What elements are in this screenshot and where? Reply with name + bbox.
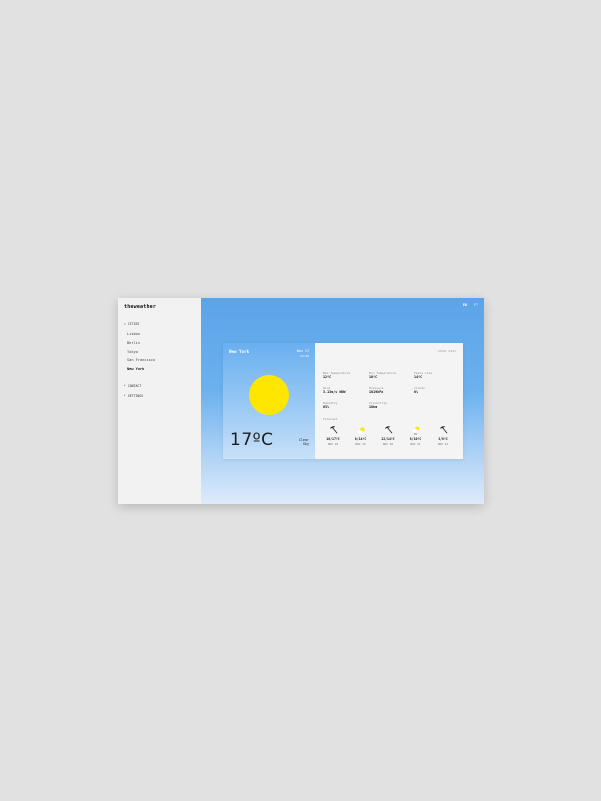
stat-wind: Wind 3.13m/s NNW bbox=[323, 386, 368, 395]
stat-feels-like: Feels Like 14ºC bbox=[414, 371, 459, 380]
sun-icon bbox=[249, 375, 289, 415]
city-item-new-york[interactable]: New York bbox=[127, 365, 201, 374]
sidebar-section-label: CITIES bbox=[127, 322, 140, 326]
current-time: 13:46 bbox=[299, 354, 309, 358]
forecast-date: NOV 21 bbox=[410, 442, 421, 446]
sun-cloud-icon: 0% bbox=[404, 425, 428, 436]
stat-humidity: Humidity 63% bbox=[323, 401, 368, 410]
language-switch: EN PT bbox=[463, 303, 478, 307]
umbrella-icon bbox=[431, 425, 455, 436]
location-title: New York bbox=[229, 349, 250, 354]
umbrella-icon bbox=[321, 425, 345, 436]
option-pt-button[interactable]: PT bbox=[474, 303, 478, 307]
weather-app: theweather ▾ CITIES Lisbon Berlin Tokyo … bbox=[118, 298, 484, 504]
caret-right-icon: ▸ bbox=[124, 383, 126, 388]
stat-value: 3.13m/s NNW bbox=[323, 390, 346, 394]
stat-value: 10ºC bbox=[369, 375, 378, 379]
date-time: Nov 17 13:46 bbox=[297, 349, 309, 359]
sidebar: theweather ▾ CITIES Lisbon Berlin Tokyo … bbox=[118, 298, 201, 504]
current-temperature: 17ºC bbox=[230, 430, 274, 450]
stat-value: 63% bbox=[323, 405, 330, 409]
stat-value: 0% bbox=[414, 390, 419, 394]
forecast-rain-chance: 0% bbox=[413, 432, 418, 436]
forecast-row: 10/17ºC NOV 18 8/14ºC NOV 19 12/14ºC NOV… bbox=[321, 425, 455, 446]
caret-down-icon: ▾ bbox=[124, 321, 126, 326]
brand-logo[interactable]: theweather bbox=[124, 304, 201, 310]
option-en-button[interactable]: EN bbox=[463, 303, 467, 307]
current-weather-panel: New York Nov 17 13:46 17ºC Clear Sky bbox=[223, 343, 315, 459]
sidebar-section-settings[interactable]: ▸ SETTINGS bbox=[124, 394, 201, 398]
stat-clouds: Clouds 0% bbox=[414, 386, 459, 395]
forecast-day: 3/8ºC NOV 22 bbox=[431, 425, 455, 446]
weather-card: New York Nov 17 13:46 17ºC Clear Sky SHO… bbox=[223, 343, 463, 459]
stat-visibility: Visibility 10km bbox=[369, 401, 414, 410]
city-item-lisbon[interactable]: Lisbon bbox=[127, 330, 201, 339]
forecast-day: 0% 8/10ºC NOV 21 bbox=[404, 425, 428, 446]
stat-value: 10km bbox=[369, 405, 378, 409]
forecast-day: 10/17ºC NOV 18 bbox=[321, 425, 345, 446]
forecast-date: NOV 22 bbox=[437, 442, 449, 446]
city-item-berlin[interactable]: Berlin bbox=[127, 339, 201, 348]
city-item-tokyo[interactable]: Tokyo bbox=[127, 348, 201, 357]
forecast-date: NOV 18 bbox=[327, 442, 339, 446]
forecast-day: 12/14ºC NOV 20 bbox=[376, 425, 400, 446]
details-panel: SHOW UNIT Max Temperature 12ºC Min Tempe… bbox=[315, 343, 463, 459]
forecast-date: NOV 20 bbox=[382, 442, 394, 446]
caret-right-icon: ▸ bbox=[124, 393, 126, 398]
forecast-temps: 10/17ºC bbox=[326, 437, 340, 441]
forecast-temps: 12/14ºC bbox=[381, 437, 395, 441]
sidebar-section-label: CONTACT bbox=[127, 383, 142, 388]
main-panel: EN PT New York Nov 17 13:46 17ºC Clear S… bbox=[201, 298, 484, 504]
sidebar-section-contact[interactable]: ▸ CONTACT bbox=[124, 384, 201, 388]
stat-value: 1019hPa bbox=[369, 390, 384, 394]
weather-description: Clear Sky bbox=[299, 438, 309, 447]
stat-min-temp: Min Temperature 10ºC bbox=[369, 371, 414, 380]
stat-value: 12ºC bbox=[323, 375, 332, 379]
sun-cloud-icon bbox=[349, 425, 373, 436]
sidebar-section-cities[interactable]: ▾ CITIES bbox=[124, 322, 201, 326]
stat-value: 14ºC bbox=[414, 375, 423, 379]
city-list: Lisbon Berlin Tokyo San Francisco New Yo… bbox=[127, 330, 201, 374]
forecast-temps: 8/10ºC bbox=[409, 437, 422, 441]
sidebar-section-label: SETTINGS bbox=[127, 393, 144, 398]
forecast-label: Forecast bbox=[323, 417, 338, 421]
units-toggle[interactable]: SHOW UNIT bbox=[438, 349, 457, 353]
forecast-day: 8/14ºC NOV 19 bbox=[349, 425, 373, 446]
forecast-temps: 8/14ºC bbox=[354, 437, 367, 441]
description-line-2: Sky bbox=[302, 442, 309, 447]
stat-pressure: Pressure 1019hPa bbox=[369, 386, 414, 395]
city-item-san-francisco[interactable]: San Francisco bbox=[127, 356, 201, 365]
forecast-temps: 3/8ºC bbox=[438, 437, 448, 441]
stat-max-temp: Max Temperature 12ºC bbox=[323, 371, 368, 380]
umbrella-icon bbox=[376, 425, 400, 436]
forecast-date: NOV 19 bbox=[355, 442, 366, 446]
